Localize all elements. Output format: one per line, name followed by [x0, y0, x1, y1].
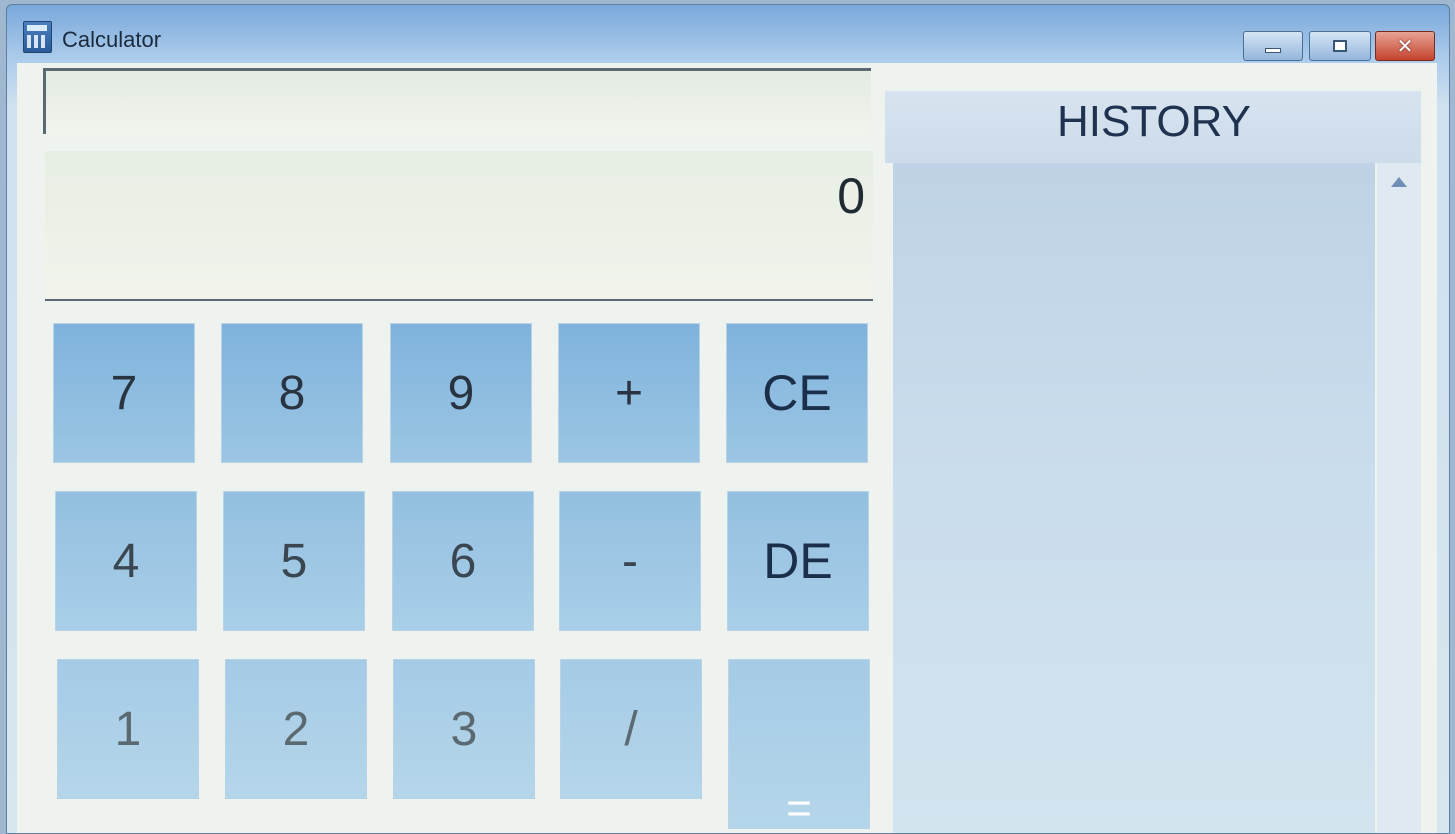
key-8[interactable]: 8	[221, 323, 363, 463]
close-icon: ✕	[1396, 34, 1414, 58]
title-bar[interactable]: Calculator ✕	[7, 5, 1449, 67]
key-1[interactable]: 1	[57, 659, 199, 799]
key-7[interactable]: 7	[53, 323, 195, 463]
key-minus[interactable]: -	[559, 491, 701, 631]
key-2[interactable]: 2	[225, 659, 367, 799]
key-plus[interactable]: +	[558, 323, 700, 463]
key-4[interactable]: 4	[55, 491, 197, 631]
calculator-icon	[23, 21, 52, 53]
maximize-icon	[1333, 40, 1347, 52]
close-button[interactable]: ✕	[1375, 31, 1435, 61]
key-equals-label: =	[786, 784, 812, 833]
client-area: 0 7 8 9 + CE 4 5 6 - DE 1 2 3 / = HISTOR…	[17, 63, 1437, 833]
key-6[interactable]: 6	[392, 491, 534, 631]
history-list[interactable]	[893, 163, 1375, 833]
history-title: HISTORY	[1057, 97, 1251, 146]
key-clear-entry[interactable]: CE	[726, 323, 868, 463]
key-5[interactable]: 5	[223, 491, 365, 631]
history-scrollbar[interactable]	[1377, 163, 1421, 833]
window-title: Calculator	[62, 27, 162, 52]
key-equals[interactable]: =	[728, 659, 870, 833]
minimize-button[interactable]	[1243, 31, 1303, 61]
key-3[interactable]: 3	[393, 659, 535, 799]
key-9[interactable]: 9	[390, 323, 532, 463]
result-display: 0	[45, 151, 873, 301]
history-header: HISTORY	[885, 91, 1421, 163]
key-delete[interactable]: DE	[727, 491, 869, 631]
expression-field[interactable]	[43, 68, 871, 134]
minimize-icon	[1265, 47, 1281, 53]
maximize-button[interactable]	[1309, 31, 1371, 61]
key-divide[interactable]: /	[560, 659, 702, 799]
display-value: 0	[837, 168, 865, 224]
triangle-up-icon[interactable]	[1391, 177, 1407, 187]
calculator-window: Calculator ✕ 0 7 8 9 + CE 4 5 6 - DE 1 2…	[6, 4, 1450, 834]
